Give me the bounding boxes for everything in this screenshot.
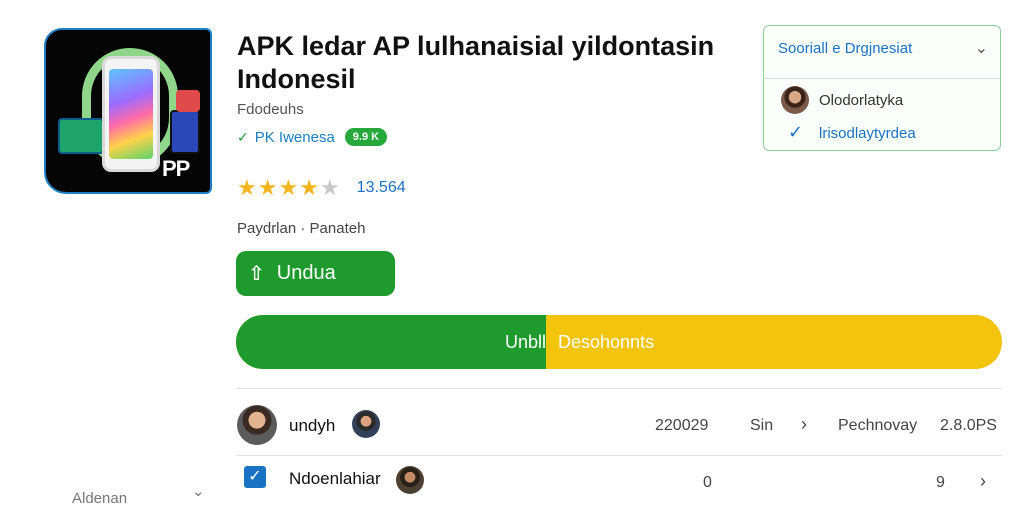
list-item[interactable]: ✓ Ndoenlahiar 0 9 › (236, 462, 1002, 506)
download-share-icon: ⇧ (248, 263, 265, 285)
star-icon: ★ (299, 175, 319, 200)
list-item[interactable]: undyh 220029 Sin › Pechnovay 2.8.0PS (236, 404, 1002, 448)
row-version: 2.8.0PS (940, 417, 997, 434)
app-icon-tile (170, 110, 200, 154)
download-button[interactable]: ⇧ Undua (236, 251, 395, 296)
verified-row: ✓ PK Iwenesa 9.9 K (237, 128, 388, 146)
row-status: Pechnovay (838, 417, 918, 434)
row-value: 220029 (655, 417, 709, 434)
developer-link[interactable]: Fdodeuhs (237, 101, 304, 118)
app-icon: PP (44, 28, 212, 194)
phone-screen (109, 69, 153, 159)
avatar (396, 466, 424, 494)
verified-badge: 9.9 K (344, 128, 388, 146)
avatar (237, 405, 277, 445)
language-select[interactable]: Sooriall e Drgjnesiat (778, 40, 912, 57)
verified-text[interactable]: PK Iwenesa (255, 129, 335, 146)
app-meta: Paydrlan · Panateh (237, 220, 366, 237)
app-icon-tile (58, 118, 104, 154)
row-name: Ndoenlahiar (289, 469, 381, 488)
rating: ★ ★ ★ ★ ★ 13.564 (237, 177, 406, 199)
phone-icon (102, 56, 160, 172)
avatar (781, 86, 809, 114)
app-icon-badge: PP (162, 156, 190, 181)
chevron-down-icon[interactable]: ⌄ (192, 482, 205, 500)
app-icon-tile (176, 90, 200, 112)
chevron-down-icon[interactable]: ⌄ (975, 38, 988, 58)
star-icon: ★ (237, 175, 257, 200)
checkbox-checked-icon[interactable]: ✓ (244, 466, 266, 488)
progress-fill (236, 315, 547, 369)
row-size: Sin (750, 417, 774, 434)
divider (236, 388, 1002, 389)
download-progress-bar[interactable]: Unbll Desohonnts (236, 315, 1002, 369)
rating-count[interactable]: 13.564 (357, 179, 406, 197)
language-card: Sooriall e Drgjnesiat ⌄ Olodorlatyka ✓ l… (763, 25, 1001, 151)
checkmark-icon: ✓ (788, 122, 804, 142)
row-value-secondary: 9 (936, 474, 945, 491)
avatar (352, 410, 380, 438)
app-title: APK ledar AP lulhanaisial yildontasin In… (237, 31, 715, 94)
progress-left-label: Unbll (504, 332, 546, 352)
row-name: undyh (289, 416, 336, 435)
verified-icon: ✓ (237, 128, 249, 145)
star-icon: ★ (257, 175, 278, 200)
row-value: 0 (703, 474, 712, 491)
card-verified-link[interactable]: lrisodlaytyrdea (819, 125, 916, 142)
card-user-name: Olodorlatyka (819, 92, 904, 109)
star-icon: ★ (278, 175, 299, 200)
chevron-right-icon[interactable]: › (980, 471, 986, 492)
progress-right-label: Desohonnts (558, 332, 655, 352)
chevron-right-icon[interactable]: › (801, 414, 807, 435)
sidebar-select[interactable]: Aldenan (72, 490, 127, 507)
download-label: Undua (276, 262, 336, 284)
star-empty-icon: ★ (319, 175, 340, 200)
divider (764, 78, 1000, 79)
divider (236, 455, 1002, 456)
